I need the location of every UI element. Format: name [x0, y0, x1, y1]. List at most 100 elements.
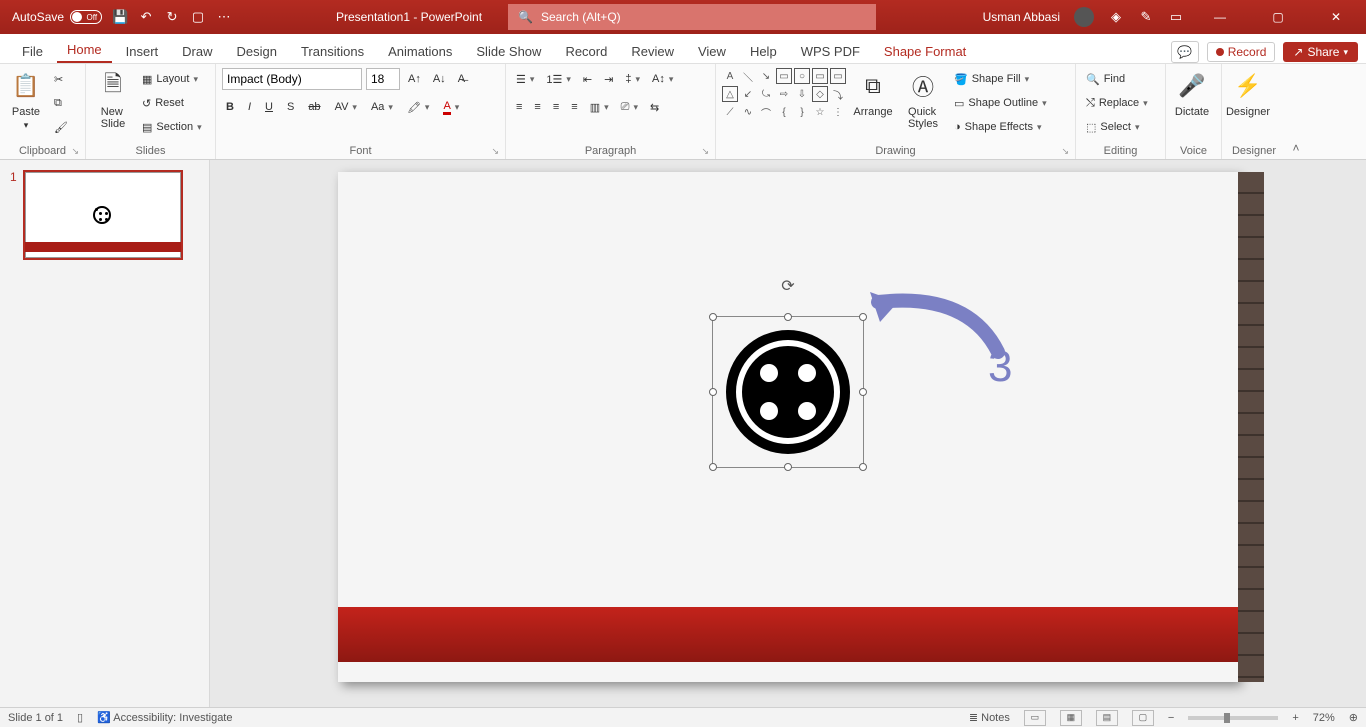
tab-draw[interactable]: Draw: [172, 38, 222, 63]
selected-shape[interactable]: ⟳: [718, 322, 858, 462]
bold-button[interactable]: B: [222, 96, 238, 118]
align-left-button[interactable]: ≡: [512, 96, 526, 118]
strike-button[interactable]: ab: [304, 96, 324, 118]
bullets-button[interactable]: ☰: [512, 68, 538, 90]
find-button[interactable]: 🔍Find: [1082, 68, 1152, 90]
drawing-dialog-icon[interactable]: ↘: [1061, 146, 1069, 157]
accessibility-status[interactable]: ♿ Accessibility: Investigate: [97, 711, 232, 724]
slide-thumbnail-1[interactable]: [23, 170, 183, 260]
font-dialog-icon[interactable]: ↘: [491, 146, 499, 157]
zoom-slider[interactable]: [1188, 716, 1278, 720]
tab-view[interactable]: View: [688, 38, 736, 63]
clear-format-button[interactable]: A̶: [454, 68, 469, 90]
paragraph-dialog-icon[interactable]: ↘: [701, 146, 709, 157]
select-button[interactable]: ⬚Select: [1082, 116, 1152, 138]
format-painter-button[interactable]: 🖌: [50, 116, 72, 138]
columns-button[interactable]: ▥: [586, 96, 613, 118]
undo-icon[interactable]: ↶: [138, 9, 154, 25]
change-case-button[interactable]: Aa: [367, 96, 397, 118]
layout-button[interactable]: ▦Layout: [138, 68, 206, 90]
indent-dec-button[interactable]: ⇤: [579, 68, 596, 90]
align-text-button[interactable]: ⎚: [617, 96, 642, 118]
indent-inc-button[interactable]: ⇥: [600, 68, 617, 90]
justify-button[interactable]: ≡: [567, 96, 581, 118]
tab-home[interactable]: Home: [57, 36, 112, 63]
minimize-button[interactable]: ―: [1198, 0, 1242, 34]
maximize-button[interactable]: ▢: [1256, 0, 1300, 34]
pen-icon[interactable]: ✎: [1138, 9, 1154, 25]
search-box[interactable]: 🔍 Search (Alt+Q): [508, 4, 876, 30]
tab-shapeformat[interactable]: Shape Format: [874, 38, 976, 63]
italic-button[interactable]: I: [244, 96, 255, 118]
font-color-button[interactable]: A: [439, 96, 463, 118]
save-icon[interactable]: 💾: [112, 9, 128, 25]
shape-effects-button[interactable]: ◑Shape Effects: [950, 116, 1051, 138]
shrink-font-button[interactable]: A↓: [429, 68, 450, 90]
tab-file[interactable]: File: [12, 38, 53, 63]
autosave-switch[interactable]: Off: [70, 10, 102, 24]
tab-wpspdf[interactable]: WPS PDF: [791, 38, 870, 63]
tab-transitions[interactable]: Transitions: [291, 38, 374, 63]
font-size-input[interactable]: [366, 68, 400, 90]
clipboard-dialog-icon[interactable]: ↘: [71, 146, 79, 157]
reading-view-button[interactable]: ▤: [1096, 710, 1118, 726]
cut-button[interactable]: ✂: [50, 68, 72, 90]
quick-styles-button[interactable]: ⒶQuick Styles: [900, 68, 946, 130]
underline-button[interactable]: U: [261, 96, 277, 118]
new-slide-button[interactable]: 🗎 New Slide: [92, 68, 134, 130]
line-spacing-button[interactable]: ‡: [621, 68, 644, 90]
close-button[interactable]: ✕: [1314, 0, 1358, 34]
designer-button[interactable]: ⚡Designer: [1228, 68, 1268, 118]
dictate-button[interactable]: 🎤Dictate: [1172, 68, 1212, 118]
collapse-ribbon-button[interactable]: ˄: [1286, 64, 1306, 159]
zoom-in-button[interactable]: +: [1292, 712, 1298, 724]
tab-slideshow[interactable]: Slide Show: [466, 38, 551, 63]
tab-help[interactable]: Help: [740, 38, 787, 63]
slide-canvas-area[interactable]: ⟳ 3: [210, 160, 1366, 707]
slide-thumbnails-pane[interactable]: 1: [0, 160, 210, 707]
comments-button[interactable]: 💬: [1171, 41, 1199, 63]
autosave-toggle[interactable]: AutoSave Off: [12, 10, 102, 24]
shadow-button[interactable]: S: [283, 96, 298, 118]
shape-fill-button[interactable]: 🪣Shape Fill: [950, 68, 1051, 90]
font-family-input[interactable]: [222, 68, 362, 90]
numbering-button[interactable]: 1☰: [542, 68, 575, 90]
zoom-level[interactable]: 72%: [1313, 712, 1335, 724]
button-shape-icon[interactable]: [726, 330, 850, 454]
copy-button[interactable]: ⧉: [50, 92, 72, 114]
align-center-button[interactable]: ≡: [530, 96, 544, 118]
shapes-gallery[interactable]: A＼↘▭○▭▭ △↙⤿⇨⇩◇⤵ ⟋∿⌒{}☆⋮: [722, 68, 846, 120]
arrange-button[interactable]: ⧉Arrange: [850, 68, 896, 118]
tab-insert[interactable]: Insert: [116, 38, 169, 63]
smartart-button[interactable]: ⇆: [646, 96, 663, 118]
sorter-view-button[interactable]: ▦: [1060, 710, 1082, 726]
fit-window-button[interactable]: ⊕: [1349, 711, 1358, 724]
present-icon[interactable]: ▢: [190, 9, 206, 25]
record-button[interactable]: Record: [1207, 42, 1276, 62]
user-name[interactable]: Usman Abbasi: [983, 10, 1060, 24]
shape-outline-button[interactable]: ▭Shape Outline: [950, 92, 1051, 114]
highlight-button[interactable]: 🖍: [403, 96, 434, 118]
zoom-out-button[interactable]: −: [1168, 712, 1174, 724]
align-right-button[interactable]: ≡: [549, 96, 563, 118]
paste-button[interactable]: 📋 Paste▾: [6, 68, 46, 131]
window-layout-icon[interactable]: ▭: [1168, 9, 1184, 25]
user-avatar-icon[interactable]: [1074, 7, 1094, 27]
section-button[interactable]: ▤Section: [138, 116, 206, 138]
diamond-icon[interactable]: ◈: [1108, 9, 1124, 25]
tab-animations[interactable]: Animations: [378, 38, 462, 63]
tab-design[interactable]: Design: [227, 38, 287, 63]
slide[interactable]: ⟳ 3: [338, 172, 1238, 682]
rotation-handle-icon[interactable]: ⟳: [781, 276, 794, 296]
text-direction-button[interactable]: A↕: [648, 68, 677, 90]
normal-view-button[interactable]: ▭: [1024, 710, 1046, 726]
share-button[interactable]: ↗Share▾: [1283, 42, 1358, 62]
char-spacing-button[interactable]: AV: [331, 96, 361, 118]
qat-more-icon[interactable]: ⋯: [216, 9, 232, 25]
lang-icon[interactable]: ▯: [77, 711, 83, 724]
grow-font-button[interactable]: A↑: [404, 68, 425, 90]
notes-button[interactable]: ≣ Notes: [969, 711, 1010, 724]
reset-button[interactable]: ↺Reset: [138, 92, 206, 114]
redo-icon[interactable]: ↻: [164, 9, 180, 25]
tab-record[interactable]: Record: [555, 38, 617, 63]
